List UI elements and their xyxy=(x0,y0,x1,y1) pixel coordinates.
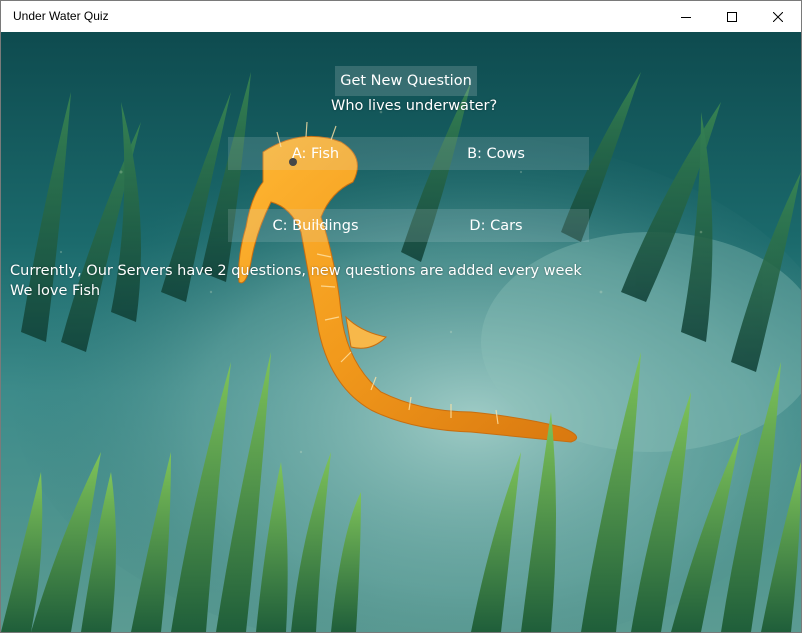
close-button[interactable] xyxy=(755,1,801,32)
close-icon xyxy=(773,11,783,22)
seahorse-background-image xyxy=(1,32,801,632)
question-text: Who lives underwater? xyxy=(331,98,498,114)
minimize-icon xyxy=(681,16,691,18)
window-title: Under Water Quiz xyxy=(13,9,109,23)
maximize-button[interactable] xyxy=(709,1,755,32)
answer-b-button[interactable]: B: Cows xyxy=(403,137,589,170)
status-text: Currently, Our Servers have 2 questions,… xyxy=(10,263,582,279)
answer-c-button[interactable]: C: Buildings xyxy=(228,209,403,242)
minimize-button[interactable] xyxy=(663,1,709,32)
maximize-icon xyxy=(727,11,737,22)
answer-a-button[interactable]: A: Fish xyxy=(228,137,403,170)
app-window: Under Water Quiz Get New Question Who li… xyxy=(0,0,802,633)
quiz-page: Get New Question Who lives underwater? A… xyxy=(1,32,801,632)
tagline-text: We love Fish xyxy=(10,283,101,299)
get-new-question-button[interactable]: Get New Question xyxy=(335,66,477,96)
answer-d-button[interactable]: D: Cars xyxy=(403,209,589,242)
title-bar[interactable]: Under Water Quiz xyxy=(1,1,801,32)
